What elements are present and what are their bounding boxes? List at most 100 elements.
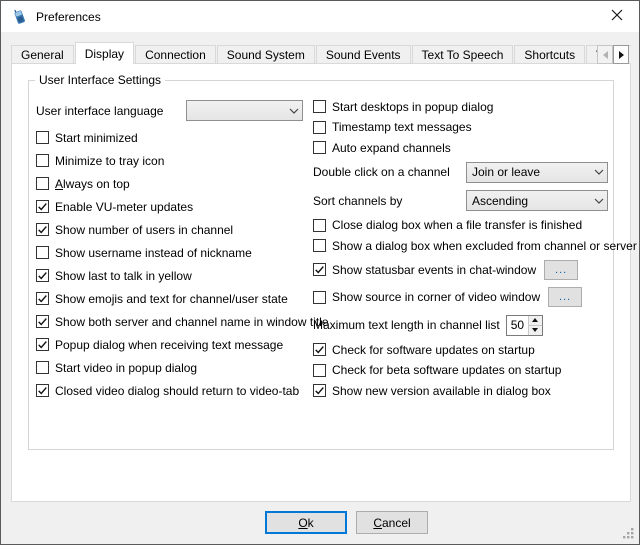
tab-connection[interactable]: Connection xyxy=(135,45,216,64)
label-start-minimized[interactable]: Start minimized xyxy=(55,131,138,145)
tab-display[interactable]: Display xyxy=(75,42,134,64)
label-show-last-to-talk-in-yellow[interactable]: Show last to talk in yellow xyxy=(55,269,192,283)
row-show-number-of-users-in-channel[interactable]: Show number of users in channel xyxy=(36,223,306,236)
label-maximum-text-length-in-channel-list: Maximum text length in channel list xyxy=(313,318,500,332)
tab-scroll-right-button[interactable] xyxy=(613,45,629,64)
chevron-down-icon xyxy=(591,198,607,204)
spinbox-value-maximum-text-length-in-channel-list[interactable]: 50 xyxy=(507,316,528,335)
tab-text-to-speech[interactable]: Text To Speech xyxy=(412,45,514,64)
checkbox-check-for-beta-software-updates-on-startup[interactable] xyxy=(313,364,326,377)
label-enable-vu-meter-updates[interactable]: Enable VU-meter updates xyxy=(55,200,193,214)
label-show-username-instead-of-nickname[interactable]: Show username instead of nickname xyxy=(55,246,252,260)
ok-button[interactable]: Ok xyxy=(265,511,347,534)
label-auto-expand-channels[interactable]: Auto expand channels xyxy=(332,141,451,155)
app-icon xyxy=(11,8,28,25)
checkbox-show-a-dialog-box-when-excluded-from-channel-or-server[interactable] xyxy=(313,239,326,252)
label-minimize-to-tray-icon[interactable]: Minimize to tray icon xyxy=(55,154,164,168)
resize-grip[interactable] xyxy=(622,527,635,540)
row-closed-video-dialog-should-return-to-video-tab[interactable]: Closed video dialog should return to vid… xyxy=(36,384,306,397)
combobox-double-click-on-a-channel[interactable]: Join or leave xyxy=(466,162,608,183)
triangle-right-icon xyxy=(619,51,624,59)
row-check-for-beta-software-updates-on-startup[interactable]: Check for beta software updates on start… xyxy=(313,364,613,377)
row-start-minimized[interactable]: Start minimized xyxy=(36,131,306,144)
triangle-left-icon xyxy=(603,51,608,59)
checkbox-close-dialog-box-when-a-file-transfer-is-finished[interactable] xyxy=(313,219,326,232)
label-sort-channels-by: Sort channels by xyxy=(313,194,466,208)
checkbox-auto-expand-channels[interactable] xyxy=(313,141,326,154)
preferences-dialog: Preferences GeneralDisplayConnectionSoun… xyxy=(0,0,640,545)
checkbox-enable-vu-meter-updates[interactable] xyxy=(36,200,49,213)
display-tab-page: User Interface Settings User interface l… xyxy=(11,63,631,502)
label-show-new-version-available-in-dialog-box[interactable]: Show new version available in dialog box xyxy=(332,384,551,398)
label-closed-video-dialog-should-return-to-video-tab[interactable]: Closed video dialog should return to vid… xyxy=(55,384,299,398)
checkbox-check-for-software-updates-on-startup[interactable] xyxy=(313,343,326,356)
row-show-emojis-and-text-for-channel-user-state[interactable]: Show emojis and text for channel/user st… xyxy=(36,292,306,305)
row-show-statusbar-events-in-chat-window[interactable]: Show statusbar events in chat-window... xyxy=(313,260,613,280)
window-title: Preferences xyxy=(36,10,101,24)
label-show-number-of-users-in-channel[interactable]: Show number of users in channel xyxy=(55,223,233,237)
label-show-statusbar-events-in-chat-window[interactable]: Show statusbar events in chat-window xyxy=(332,263,536,277)
row-show-a-dialog-box-when-excluded-from-channel-or-server[interactable]: Show a dialog box when excluded from cha… xyxy=(313,239,613,252)
checkbox-always-on-top[interactable] xyxy=(36,177,49,190)
checkbox-show-last-to-talk-in-yellow[interactable] xyxy=(36,269,49,282)
checkbox-show-source-in-corner-of-video-window[interactable] xyxy=(313,291,326,304)
row-show-new-version-available-in-dialog-box[interactable]: Show new version available in dialog box xyxy=(313,384,613,397)
row-close-dialog-box-when-a-file-transfer-is-finished[interactable]: Close dialog box when a file transfer is… xyxy=(313,219,613,232)
tab-scroll-left-button[interactable] xyxy=(597,45,613,64)
row-popup-dialog-when-receiving-text-message[interactable]: Popup dialog when receiving text message xyxy=(36,338,306,351)
label-start-video-in-popup-dialog[interactable]: Start video in popup dialog xyxy=(55,361,197,375)
options-button-show-statusbar-events-in-chat-window[interactable]: ... xyxy=(544,260,578,280)
label-show-a-dialog-box-when-excluded-from-channel-or-server[interactable]: Show a dialog box when excluded from cha… xyxy=(332,239,637,253)
label-show-source-in-corner-of-video-window[interactable]: Show source in corner of video window xyxy=(332,290,540,304)
label-check-for-software-updates-on-startup[interactable]: Check for software updates on startup xyxy=(332,343,535,357)
row-start-video-in-popup-dialog[interactable]: Start video in popup dialog xyxy=(36,361,306,374)
checkbox-show-username-instead-of-nickname[interactable] xyxy=(36,246,49,259)
label-popup-dialog-when-receiving-text-message[interactable]: Popup dialog when receiving text message xyxy=(55,338,283,352)
row-timestamp-text-messages[interactable]: Timestamp text messages xyxy=(313,121,613,134)
row-enable-vu-meter-updates[interactable]: Enable VU-meter updates xyxy=(36,200,306,213)
checkbox-timestamp-text-messages[interactable] xyxy=(313,121,326,134)
checkbox-show-new-version-available-in-dialog-box[interactable] xyxy=(313,384,326,397)
row-show-source-in-corner-of-video-window[interactable]: Show source in corner of video window... xyxy=(313,287,613,307)
label-check-for-beta-software-updates-on-startup[interactable]: Check for beta software updates on start… xyxy=(332,363,561,377)
label-close-dialog-box-when-a-file-transfer-is-finished[interactable]: Close dialog box when a file transfer is… xyxy=(332,218,582,232)
spinbox-maximum-text-length-in-channel-list[interactable]: 50 xyxy=(506,315,543,336)
row-start-desktops-in-popup-dialog[interactable]: Start desktops in popup dialog xyxy=(313,100,613,113)
spin-up-button[interactable] xyxy=(529,316,542,326)
checkbox-popup-dialog-when-receiving-text-message[interactable] xyxy=(36,338,49,351)
tab-shortcuts[interactable]: Shortcuts xyxy=(514,45,585,64)
close-button[interactable] xyxy=(594,1,639,31)
label-show-emojis-and-text-for-channel-user-state[interactable]: Show emojis and text for channel/user st… xyxy=(55,292,288,306)
checkbox-closed-video-dialog-should-return-to-video-tab[interactable] xyxy=(36,384,49,397)
row-always-on-top[interactable]: Always on top xyxy=(36,177,306,190)
checkbox-minimize-to-tray-icon[interactable] xyxy=(36,154,49,167)
tab-bar: GeneralDisplayConnectionSound SystemSoun… xyxy=(11,42,631,64)
cancel-button[interactable]: Cancel xyxy=(356,511,428,534)
row-show-username-instead-of-nickname[interactable]: Show username instead of nickname xyxy=(36,246,306,259)
row-auto-expand-channels[interactable]: Auto expand channels xyxy=(313,141,613,154)
checkbox-start-desktops-in-popup-dialog[interactable] xyxy=(313,100,326,113)
label-start-desktops-in-popup-dialog[interactable]: Start desktops in popup dialog xyxy=(332,100,493,114)
checkbox-start-minimized[interactable] xyxy=(36,131,49,144)
checkbox-show-number-of-users-in-channel[interactable] xyxy=(36,223,49,236)
tab-sound-events[interactable]: Sound Events xyxy=(316,45,411,64)
title-bar[interactable]: Preferences xyxy=(1,1,639,32)
row-minimize-to-tray-icon[interactable]: Minimize to tray icon xyxy=(36,154,306,167)
label-show-both-server-and-channel-name-in-window-title[interactable]: Show both server and channel name in win… xyxy=(55,315,329,329)
combobox-user-interface-language[interactable] xyxy=(186,100,303,121)
tab-general[interactable]: General xyxy=(11,45,74,64)
checkbox-show-emojis-and-text-for-channel-user-state[interactable] xyxy=(36,292,49,305)
row-check-for-software-updates-on-startup[interactable]: Check for software updates on startup xyxy=(313,343,613,356)
row-show-last-to-talk-in-yellow[interactable]: Show last to talk in yellow xyxy=(36,269,306,282)
label-timestamp-text-messages[interactable]: Timestamp text messages xyxy=(332,120,472,134)
row-sort-channels-by: Sort channels byAscending xyxy=(313,190,613,211)
row-show-both-server-and-channel-name-in-window-title[interactable]: Show both server and channel name in win… xyxy=(36,315,306,328)
checkbox-show-both-server-and-channel-name-in-window-title[interactable] xyxy=(36,315,49,328)
checkbox-start-video-in-popup-dialog[interactable] xyxy=(36,361,49,374)
spin-down-button[interactable] xyxy=(529,326,542,335)
checkbox-show-statusbar-events-in-chat-window[interactable] xyxy=(313,263,326,276)
options-button-show-source-in-corner-of-video-window[interactable]: ... xyxy=(548,287,582,307)
tab-sound-system[interactable]: Sound System xyxy=(217,45,315,64)
combobox-sort-channels-by[interactable]: Ascending xyxy=(466,190,608,211)
label-always-on-top[interactable]: Always on top xyxy=(55,177,130,191)
